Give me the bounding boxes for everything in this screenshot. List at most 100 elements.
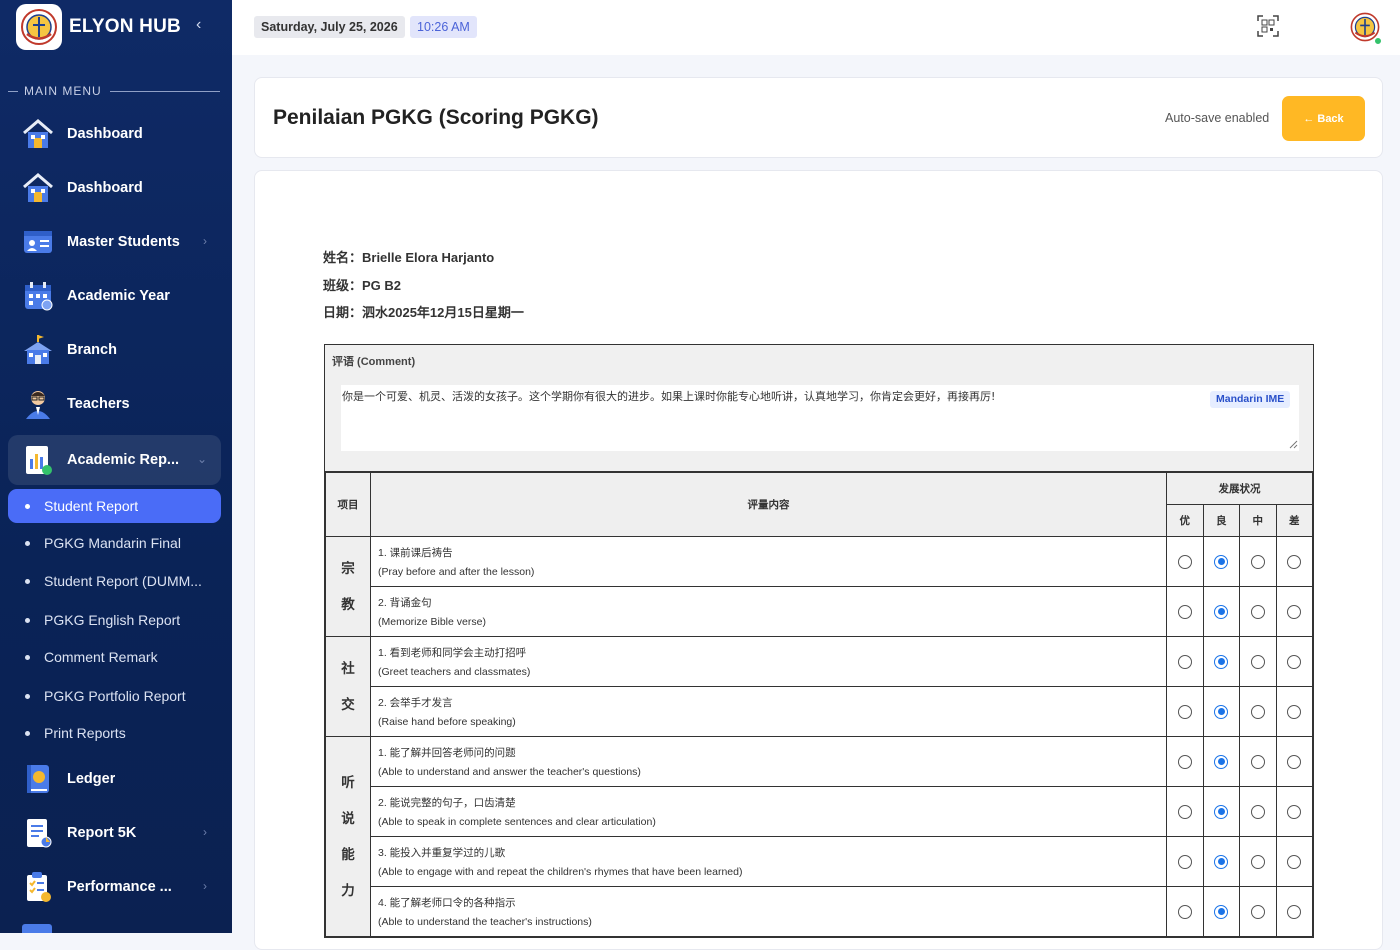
rating-radio-2[interactable]: [1214, 554, 1229, 569]
category-char: 社: [341, 660, 355, 676]
scoring-table: 项目 评量内容 发展状况 优 良 中 差 宗教 1. 课前课后祷告 (Pray be…: [325, 472, 1313, 937]
item-chinese: 3. 能投入并重复学过的儿歌: [378, 847, 506, 859]
rating-cell: [1202, 536, 1240, 587]
rating-radio-2[interactable]: [1214, 654, 1229, 669]
submenu-pgkg-mandarin-final[interactable]: PGKG Mandarin Final: [8, 526, 221, 560]
category-cell: 社交: [325, 636, 371, 737]
submenu-pgkg-portfolio-report[interactable]: PGKG Portfolio Report: [8, 679, 221, 713]
rating-radio-3[interactable]: [1250, 554, 1265, 569]
school-building-icon: [20, 332, 56, 368]
rating-radio-4[interactable]: [1287, 604, 1302, 619]
rating-radio-1[interactable]: [1177, 904, 1192, 919]
rating-radio-4[interactable]: [1287, 904, 1302, 919]
home-icon: [20, 170, 56, 206]
rating-radio-3[interactable]: [1250, 804, 1265, 819]
rating-cell: [1202, 686, 1240, 737]
submenu-print-reports[interactable]: Print Reports: [8, 716, 221, 750]
item-chinese: 1. 看到老师和同学会主动打招呼: [378, 647, 527, 659]
rating-radio-4[interactable]: [1287, 654, 1302, 669]
assessment-item-cell: 1. 看到老师和同学会主动打招呼 (Greet teachers and clas…: [370, 636, 1167, 687]
rating-radio-4[interactable]: [1287, 804, 1302, 819]
comment-textarea[interactable]: [341, 385, 1299, 451]
submenu-pgkg-english-report[interactable]: PGKG English Report: [8, 603, 221, 637]
item-chinese: 1. 课前课后祷告: [378, 547, 453, 559]
page-title: Penilaian PGKG (Scoring PGKG): [273, 106, 599, 129]
calendar-icon: [20, 278, 56, 314]
bullet-icon: [25, 503, 30, 509]
rating-cell: [1239, 636, 1277, 687]
rating-radio-3[interactable]: [1250, 704, 1265, 719]
date-chip: Saturday, July 25, 2026: [254, 16, 405, 38]
rating-radio-1[interactable]: [1177, 604, 1192, 619]
rating-radio-3[interactable]: [1250, 754, 1265, 769]
nav-item-dashboard[interactable]: Dashboard: [8, 109, 221, 159]
brand-name: ELYON HUB: [69, 16, 181, 37]
rating-radio-1[interactable]: [1177, 704, 1192, 719]
item-chinese: 2. 会举手才发言: [378, 697, 453, 709]
category-char: 力: [341, 882, 355, 898]
nav-item-academic-year[interactable]: Academic Year: [8, 271, 221, 321]
chevron-right-icon: ›: [203, 825, 207, 839]
back-button[interactable]: ← Back: [1282, 96, 1365, 141]
rating-radio-4[interactable]: [1287, 854, 1302, 869]
submenu-student-report[interactable]: Student Report: [8, 489, 221, 523]
submenu-student-report-dummy[interactable]: Student Report (DUMM...: [8, 564, 221, 598]
nav-item-teachers[interactable]: Teachers: [8, 379, 221, 429]
qr-scan-icon[interactable]: [1257, 15, 1279, 37]
rating-radio-3[interactable]: [1250, 904, 1265, 919]
collapse-sidebar-icon[interactable]: ‹: [196, 16, 201, 34]
nav-item-performance[interactable]: Performance ... ›: [8, 862, 221, 912]
col-header-content: 评量内容: [370, 472, 1167, 537]
rating-radio-4[interactable]: [1287, 754, 1302, 769]
assessment-item-cell: 3. 能投入并重复学过的儿歌 (Able to engage with and r…: [370, 836, 1167, 887]
rating-cell: [1275, 786, 1313, 837]
col-header-status: 发展状况: [1166, 472, 1313, 505]
item-english: (Raise hand before speaking): [378, 716, 516, 728]
document-report-icon: [20, 815, 56, 851]
nav-label: Master Students: [67, 234, 180, 250]
rating-radio-2[interactable]: [1214, 854, 1229, 869]
item-english: (Able to speak in complete sentences and…: [378, 816, 656, 828]
rating-radio-3[interactable]: [1250, 854, 1265, 869]
rating-cell: [1202, 736, 1240, 787]
nav-item-master-students[interactable]: Master Students ›: [8, 217, 221, 267]
bullet-icon: [25, 540, 30, 546]
nav-item-report-5k[interactable]: Report 5K ›: [8, 808, 221, 858]
assessment-item-cell: 2. 会举手才发言 (Raise hand before speaking): [370, 686, 1167, 737]
rating-radio-2[interactable]: [1214, 704, 1229, 719]
rating-radio-3[interactable]: [1250, 654, 1265, 669]
rating-cell: [1275, 836, 1313, 887]
rating-cell: [1239, 586, 1277, 637]
autosave-status: Auto-save enabled: [1165, 111, 1270, 125]
rating-cell: [1202, 836, 1240, 887]
sidebar: ELYON HUB ‹ MAIN MENU Dashboard Dashboar…: [0, 0, 232, 933]
rating-radio-2[interactable]: [1214, 604, 1229, 619]
mandarin-ime-badge[interactable]: Mandarin IME: [1210, 391, 1291, 408]
rating-radio-4[interactable]: [1287, 554, 1302, 569]
rating-radio-1[interactable]: [1177, 754, 1192, 769]
rating-radio-1[interactable]: [1177, 804, 1192, 819]
brand[interactable]: ELYON HUB: [16, 4, 181, 50]
col-header-category: 项目: [325, 472, 371, 537]
rating-cell: [1239, 736, 1277, 787]
teacher-icon: [20, 386, 56, 422]
rating-radio-2[interactable]: [1214, 904, 1229, 919]
submenu-comment-remark[interactable]: Comment Remark: [8, 640, 221, 674]
nav-label: Dashboard: [67, 126, 143, 142]
item-chinese: 4. 能了解老师口令的各种指示: [378, 897, 516, 909]
rating-radio-3[interactable]: [1250, 604, 1265, 619]
rating-radio-2[interactable]: [1214, 804, 1229, 819]
rating-radio-1[interactable]: [1177, 654, 1192, 669]
rating-radio-1[interactable]: [1177, 554, 1192, 569]
rating-radio-4[interactable]: [1287, 704, 1302, 719]
resize-grip-icon[interactable]: [1289, 440, 1298, 449]
nav-item-branch[interactable]: Branch: [8, 325, 221, 375]
nav-item-dashboard-2[interactable]: Dashboard: [8, 163, 221, 213]
home-icon: [20, 116, 56, 152]
nav-item-ledger[interactable]: Ledger: [8, 754, 221, 804]
nav-item-academic-report[interactable]: Academic Rep... ⌄: [8, 435, 221, 485]
comment-label: 评语 (Comment): [332, 356, 416, 368]
rating-radio-1[interactable]: [1177, 854, 1192, 869]
rating-radio-2[interactable]: [1214, 754, 1229, 769]
assessment-item-cell: 4. 能了解老师口令的各种指示 (Able to understand the t…: [370, 886, 1167, 937]
